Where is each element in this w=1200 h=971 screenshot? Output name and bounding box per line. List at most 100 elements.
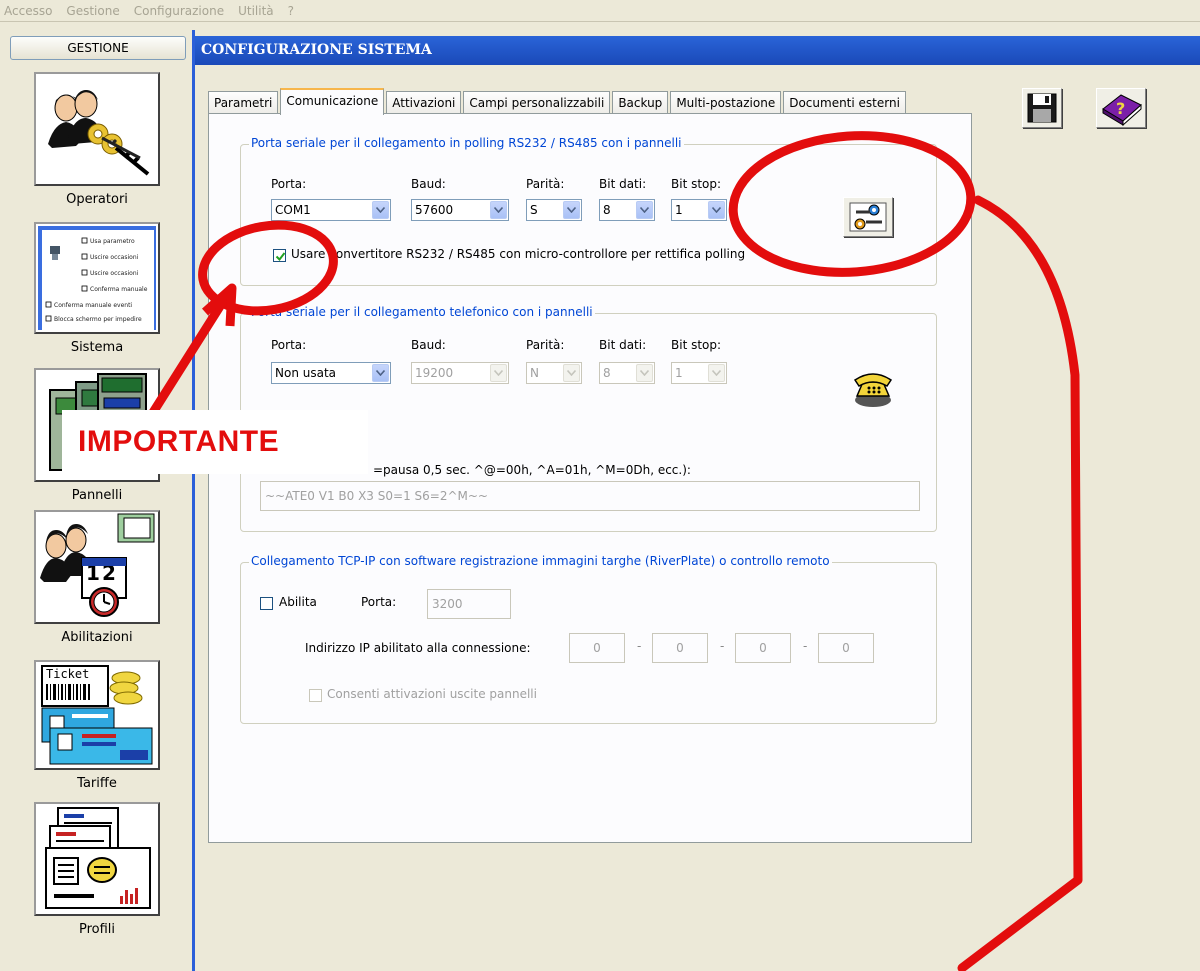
- init-string-input[interactable]: ~~ATE0 V1 B0 X3 S0=1 S6=2^M~~: [260, 481, 920, 511]
- init-string-label: =pausa 0,5 sec. ^@=00h, ^A=01h, ^M=0Dh, …: [373, 463, 691, 477]
- tcp-enable-checkbox[interactable]: [260, 597, 273, 610]
- tab-strip: Parametri Comunicazione Attivazioni Camp…: [208, 88, 908, 115]
- polling-parita-select[interactable]: S: [526, 199, 582, 221]
- tab-panel-comunicazione: Porta seriale per il collegamento in pol…: [208, 113, 972, 843]
- menu-configurazione[interactable]: Configurazione: [134, 4, 224, 18]
- converter-checkbox[interactable]: [273, 249, 286, 262]
- tab-campi-personalizzabili[interactable]: Campi personalizzabili: [463, 91, 611, 115]
- polling-baud-value: 57600: [415, 203, 454, 217]
- svg-text:Conferma manuale eventi: Conferma manuale eventi: [54, 302, 132, 309]
- phone-bitdati-select[interactable]: 8: [599, 362, 655, 384]
- tcp-ip-group: Collegamento TCP-IP con software registr…: [240, 554, 937, 724]
- menu-help[interactable]: ?: [288, 4, 294, 18]
- svg-text:Usa parametro: Usa parametro: [90, 238, 135, 245]
- sidebar-item-label: Pannelli: [71, 488, 123, 503]
- polling-porta-value: COM1: [275, 203, 311, 217]
- serial-settings-button[interactable]: [843, 197, 893, 237]
- floppy-disk-icon: [1027, 93, 1057, 123]
- menu-bar: Accesso Gestione Configurazione Utilità …: [0, 0, 1200, 22]
- chevron-down-icon[interactable]: [636, 201, 653, 219]
- chevron-down-icon[interactable]: [372, 201, 389, 219]
- polling-bitdati-value: 8: [603, 203, 611, 217]
- phone-bitstop-value: 1: [675, 366, 683, 380]
- sidebar-item-label: Profili: [78, 922, 116, 937]
- polling-serial-group: Porta seriale per il collegamento in pol…: [240, 136, 937, 286]
- sidebar-item-profili[interactable]: Profili: [34, 802, 160, 937]
- telephone-icon: [851, 366, 895, 410]
- phone-bitstop-label: Bit stop:: [671, 338, 722, 352]
- help-book-icon: ?: [1102, 94, 1142, 127]
- phone-porta-select[interactable]: Non usata: [271, 362, 391, 384]
- menu-gestione[interactable]: Gestione: [66, 4, 119, 18]
- tab-parametri[interactable]: Parametri: [208, 91, 279, 115]
- sidebar-item-label: Tariffe: [77, 776, 117, 791]
- tab-documenti-esterni[interactable]: Documenti esterni: [783, 91, 906, 115]
- svg-text:Uscire occasioni: Uscire occasioni: [90, 270, 139, 277]
- sidebar-item-operatori[interactable]: Operatori: [34, 72, 160, 207]
- tcp-port-label: Porta:: [361, 595, 397, 609]
- chevron-down-icon: [636, 364, 653, 382]
- ip-octet-3-input[interactable]: 0: [735, 633, 791, 663]
- profiles-documents-icon: [34, 802, 160, 916]
- phone-parita-label: Parità:: [526, 338, 565, 352]
- ip-octet-4-input[interactable]: 0: [818, 633, 874, 663]
- tcp-group-legend: Collegamento TCP-IP con software registr…: [249, 554, 832, 568]
- tab-backup[interactable]: Backup: [612, 91, 669, 115]
- save-button[interactable]: [1022, 88, 1062, 128]
- svg-text:Blocca schermo per impedire: Blocca schermo per impedire: [54, 316, 142, 323]
- sidebar: GESTIONE Operatori Usa parametro Uscire …: [0, 30, 195, 971]
- polling-bitdati-label: Bit dati:: [599, 177, 647, 191]
- polling-baud-select[interactable]: 57600: [411, 199, 509, 221]
- tcp-ip-label: Indirizzo IP abilitato alla connessione:: [305, 641, 531, 655]
- sidebar-item-tariffe[interactable]: Ticket Tariffe: [34, 660, 160, 791]
- page-title: CONFIGURAZIONE SISTEMA: [195, 36, 1200, 65]
- phone-bitstop-select[interactable]: 1: [671, 362, 727, 384]
- phone-porta-value: Non usata: [275, 366, 337, 380]
- tab-attivazioni[interactable]: Attivazioni: [386, 91, 462, 115]
- menu-accesso[interactable]: Accesso: [4, 4, 52, 18]
- tab-multi-postazione[interactable]: Multi-postazione: [670, 91, 782, 115]
- polling-baud-label: Baud:: [411, 177, 446, 191]
- ip-octet-2-input[interactable]: 0: [652, 633, 708, 663]
- wrench-gear-icon: [849, 202, 887, 232]
- checkmark-icon: [275, 252, 286, 262]
- allow-activations-checkbox[interactable]: [309, 689, 322, 702]
- phone-bitdati-value: 8: [603, 366, 611, 380]
- phone-bitdati-label: Bit dati:: [599, 338, 647, 352]
- system-settings-icon: Usa parametro Uscire occasioni Uscire oc…: [34, 222, 160, 334]
- sidebar-item-sistema[interactable]: Usa parametro Uscire occasioni Uscire oc…: [34, 222, 160, 355]
- svg-text:?: ?: [1116, 99, 1125, 118]
- menu-utilita[interactable]: Utilità: [238, 4, 274, 18]
- phone-baud-select[interactable]: 19200: [411, 362, 509, 384]
- annotation-importante: IMPORTANTE: [62, 410, 368, 474]
- converter-label: Usare convertitore RS232 / RS485 con mic…: [291, 247, 746, 261]
- sidebar-header-gestione[interactable]: GESTIONE: [10, 36, 186, 60]
- chevron-down-icon: [490, 364, 507, 382]
- svg-text:Uscire occasioni: Uscire occasioni: [90, 254, 139, 261]
- svg-text:Ticket: Ticket: [46, 667, 89, 681]
- tcp-port-input[interactable]: 3200: [427, 589, 511, 619]
- chevron-down-icon[interactable]: [372, 364, 389, 382]
- tcp-enable-label: Abilita: [279, 595, 317, 609]
- phone-parita-select[interactable]: N: [526, 362, 582, 384]
- chevron-down-icon: [563, 364, 580, 382]
- sidebar-item-label: Operatori: [66, 192, 128, 207]
- help-button[interactable]: ?: [1096, 88, 1146, 128]
- operators-keys-icon: [34, 72, 160, 186]
- ticket-coins-icon: Ticket: [34, 660, 160, 770]
- tab-comunicazione[interactable]: Comunicazione: [280, 88, 385, 115]
- sidebar-item-label: Sistema: [70, 340, 124, 355]
- polling-bitstop-value: 1: [675, 203, 683, 217]
- phone-baud-value: 19200: [415, 366, 454, 380]
- ip-octet-1-input[interactable]: 0: [569, 633, 625, 663]
- polling-group-legend: Porta seriale per il collegamento in pol…: [249, 136, 684, 150]
- polling-bitdati-select[interactable]: 8: [599, 199, 655, 221]
- sidebar-item-label: Abilitazioni: [61, 630, 133, 645]
- polling-bitstop-select[interactable]: 1: [671, 199, 727, 221]
- chevron-down-icon[interactable]: [490, 201, 507, 219]
- ip-separator: -: [803, 639, 808, 653]
- chevron-down-icon[interactable]: [708, 201, 725, 219]
- sidebar-item-abilitazioni[interactable]: 1 2 Abilitazioni: [34, 510, 160, 645]
- polling-porta-select[interactable]: COM1: [271, 199, 391, 221]
- chevron-down-icon[interactable]: [563, 201, 580, 219]
